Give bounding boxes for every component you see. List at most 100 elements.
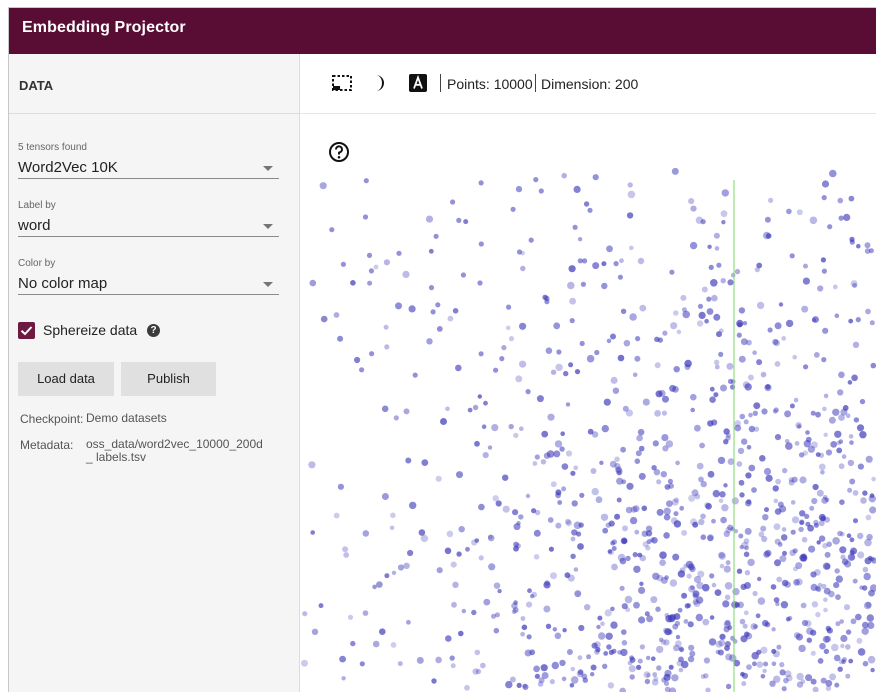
embedding-point[interactable] bbox=[491, 614, 496, 619]
embedding-point[interactable] bbox=[594, 350, 599, 355]
embedding-point[interactable] bbox=[778, 502, 784, 508]
embedding-point[interactable] bbox=[864, 602, 872, 610]
embedding-point[interactable] bbox=[737, 569, 742, 574]
embedding-point[interactable] bbox=[721, 278, 726, 283]
embedding-point[interactable] bbox=[756, 613, 761, 618]
embedding-point[interactable] bbox=[618, 275, 623, 280]
embedding-point[interactable] bbox=[690, 206, 696, 212]
embedding-point[interactable] bbox=[694, 494, 700, 500]
embedding-point[interactable] bbox=[544, 580, 550, 586]
embedding-point[interactable] bbox=[815, 612, 820, 617]
embedding-point[interactable] bbox=[790, 253, 795, 258]
embedding-point[interactable] bbox=[655, 362, 661, 368]
embedding-point[interactable] bbox=[802, 537, 808, 543]
embedding-point[interactable] bbox=[849, 196, 855, 202]
embedding-point[interactable] bbox=[542, 672, 549, 679]
embedding-point[interactable] bbox=[548, 517, 554, 523]
embedding-point[interactable] bbox=[506, 305, 511, 310]
embedding-point[interactable] bbox=[493, 368, 498, 373]
embedding-point[interactable] bbox=[668, 615, 676, 623]
embedding-point[interactable] bbox=[653, 440, 659, 446]
embedding-point[interactable] bbox=[751, 623, 758, 630]
embedding-point[interactable] bbox=[479, 351, 484, 356]
embedding-point[interactable] bbox=[633, 602, 640, 609]
embedding-point[interactable] bbox=[656, 479, 661, 484]
embedding-point[interactable] bbox=[690, 242, 697, 249]
embedding-point[interactable] bbox=[721, 210, 728, 217]
embedding-point[interactable] bbox=[824, 394, 829, 399]
embedding-point[interactable] bbox=[838, 372, 845, 379]
embedding-point[interactable] bbox=[790, 404, 795, 409]
embedding-point[interactable] bbox=[867, 614, 874, 621]
embedding-point[interactable] bbox=[840, 532, 845, 537]
embedding-point[interactable] bbox=[613, 388, 619, 394]
embedding-point[interactable] bbox=[509, 424, 514, 429]
embedding-point[interactable] bbox=[782, 551, 787, 556]
embedding-point[interactable] bbox=[689, 651, 695, 657]
embedding-point[interactable] bbox=[659, 390, 666, 397]
embedding-point[interactable] bbox=[784, 670, 791, 677]
embedding-point[interactable] bbox=[799, 476, 806, 483]
embedding-point[interactable] bbox=[471, 539, 477, 545]
embedding-point[interactable] bbox=[614, 457, 619, 462]
embedding-point[interactable] bbox=[570, 318, 575, 323]
embedding-point[interactable] bbox=[511, 207, 516, 212]
embedding-point[interactable] bbox=[702, 619, 709, 626]
embedding-point[interactable] bbox=[482, 424, 487, 429]
embedding-point[interactable] bbox=[783, 678, 789, 684]
embedding-point[interactable] bbox=[512, 509, 518, 515]
embedding-point[interactable] bbox=[713, 392, 718, 397]
embedding-point[interactable] bbox=[840, 644, 844, 648]
embedding-point[interactable] bbox=[364, 178, 369, 183]
embedding-point[interactable] bbox=[421, 459, 428, 466]
embedding-point[interactable] bbox=[502, 475, 508, 481]
embedding-point[interactable] bbox=[384, 344, 389, 349]
embedding-point[interactable] bbox=[866, 515, 872, 521]
embedding-point[interactable] bbox=[835, 594, 841, 600]
embedding-point[interactable] bbox=[726, 363, 733, 370]
embedding-point[interactable] bbox=[705, 688, 710, 692]
embedding-point[interactable] bbox=[551, 370, 556, 375]
embedding-point[interactable] bbox=[572, 500, 578, 506]
embedding-point[interactable] bbox=[384, 325, 389, 330]
embedding-point[interactable] bbox=[638, 429, 645, 436]
embedding-point[interactable] bbox=[701, 481, 707, 487]
embedding-point[interactable] bbox=[688, 645, 694, 651]
embedding-point[interactable] bbox=[494, 628, 500, 634]
embedding-point[interactable] bbox=[652, 672, 657, 677]
embedding-point[interactable] bbox=[674, 520, 681, 527]
embedding-point[interactable] bbox=[822, 180, 829, 187]
embedding-point[interactable] bbox=[781, 336, 786, 341]
embedding-point[interactable] bbox=[706, 297, 711, 302]
embedding-point[interactable] bbox=[757, 302, 764, 309]
embedding-point[interactable] bbox=[616, 478, 623, 485]
embedding-point[interactable] bbox=[871, 477, 876, 482]
embedding-point[interactable] bbox=[600, 621, 605, 626]
embedding-point[interactable] bbox=[363, 530, 370, 537]
embedding-point[interactable] bbox=[654, 469, 660, 475]
embedding-point[interactable] bbox=[726, 684, 731, 689]
embedding-point[interactable] bbox=[834, 655, 841, 662]
embedding-point[interactable] bbox=[727, 625, 732, 630]
embedding-point[interactable] bbox=[821, 257, 826, 262]
embedding-point[interactable] bbox=[727, 525, 733, 531]
chevron-down-icon[interactable] bbox=[263, 282, 273, 287]
embedding-point[interactable] bbox=[710, 279, 718, 287]
embedding-point[interactable] bbox=[792, 516, 799, 523]
embedding-point[interactable] bbox=[519, 323, 526, 330]
embedding-point[interactable] bbox=[732, 497, 739, 504]
embedding-point[interactable] bbox=[744, 610, 749, 615]
embedding-point[interactable] bbox=[793, 579, 800, 586]
color-by-select[interactable]: Color by No color map bbox=[18, 258, 279, 295]
embedding-point[interactable] bbox=[675, 640, 682, 647]
embedding-point[interactable] bbox=[816, 452, 821, 457]
embedding-point[interactable] bbox=[642, 506, 648, 512]
embedding-point[interactable] bbox=[678, 608, 683, 613]
embedding-point[interactable] bbox=[517, 249, 522, 254]
embedding-point[interactable] bbox=[447, 531, 454, 538]
embedding-point[interactable] bbox=[555, 492, 561, 498]
embedding-point[interactable] bbox=[478, 394, 482, 398]
embedding-point[interactable] bbox=[445, 635, 452, 642]
embedding-point[interactable] bbox=[871, 363, 876, 369]
embedding-point[interactable] bbox=[606, 523, 611, 528]
